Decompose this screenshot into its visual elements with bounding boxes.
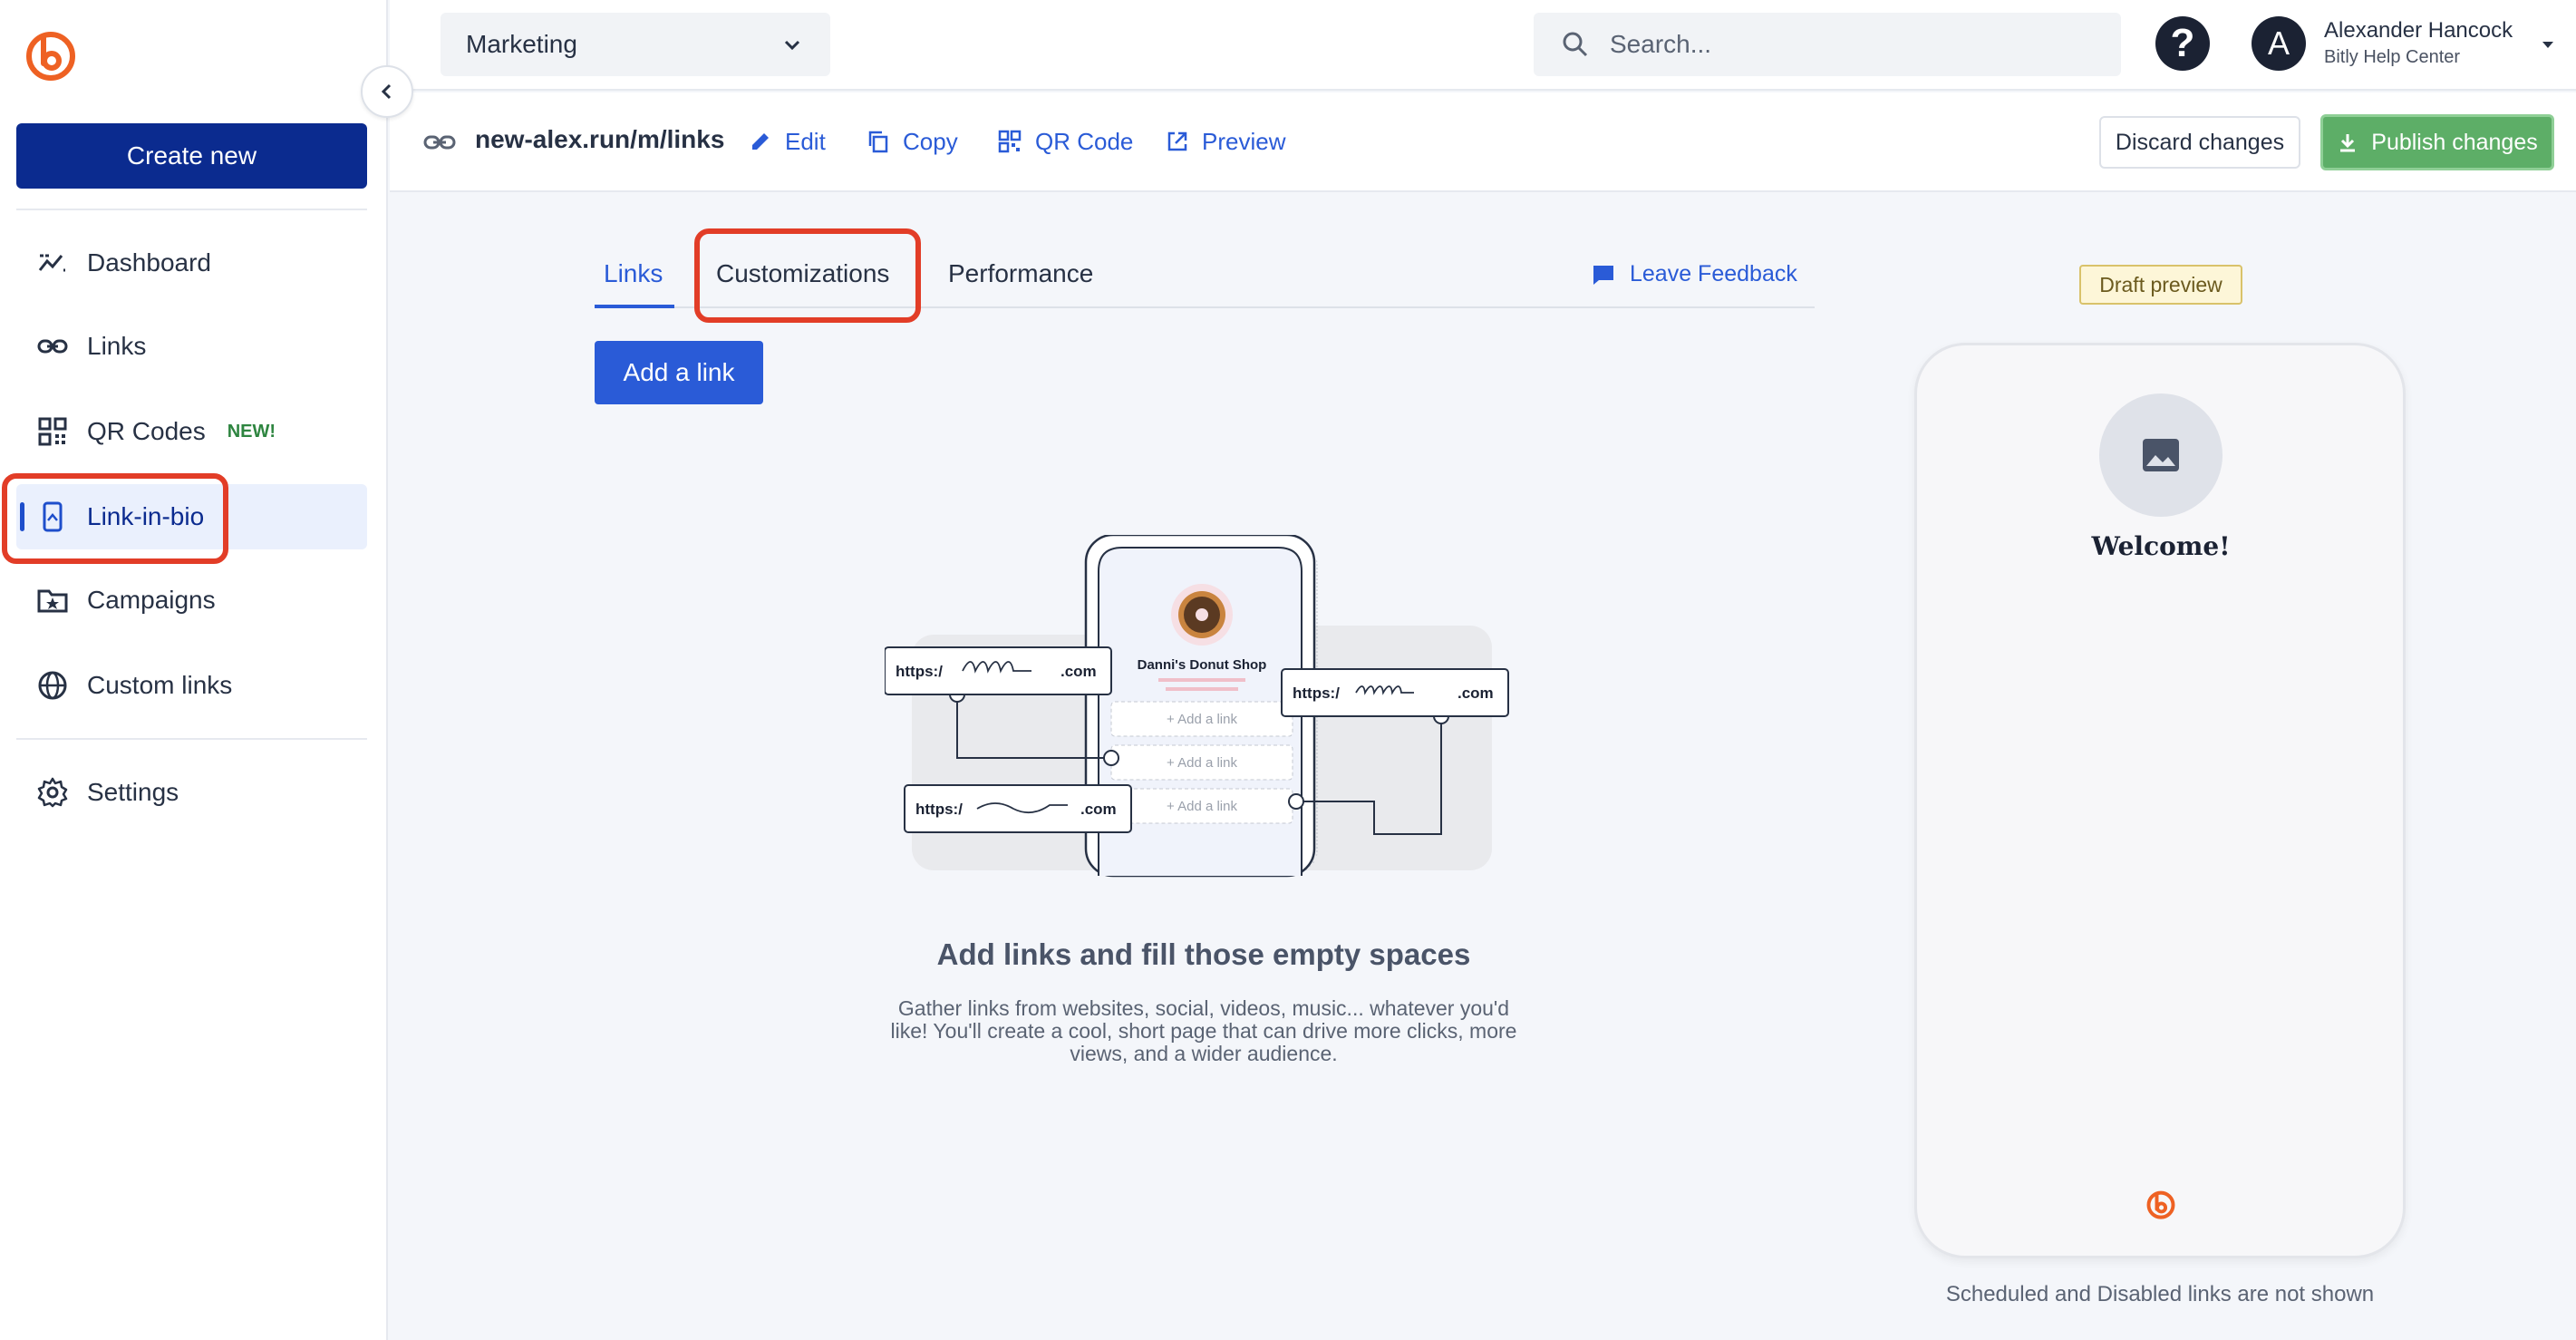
sidebar-item-label: QR Codes	[87, 417, 206, 445]
link-toolbar: new-alex.run/m/links Edit Copy QR Code P…	[390, 92, 2576, 192]
qr-code-label: QR Code	[1035, 127, 1134, 155]
link-icon	[34, 328, 71, 364]
copy-icon	[868, 131, 888, 153]
bitly-logo-small	[2145, 1188, 2177, 1225]
chevron-left-icon	[381, 83, 392, 100]
illus-url-prefix-2: https:/	[1293, 685, 1340, 702]
chevron-down-icon	[784, 40, 800, 51]
qr-icon	[998, 130, 1022, 153]
preview-welcome-text: Welcome!	[2091, 531, 2231, 561]
gear-icon	[34, 774, 71, 811]
sidebar-item-links[interactable]: Links	[16, 314, 367, 379]
illus-url-prefix-1: https:/	[896, 663, 943, 680]
copy-label: Copy	[903, 127, 958, 155]
avatar-initial: A	[2267, 24, 2290, 62]
publish-label: Publish changes	[2371, 129, 2538, 155]
avatar[interactable]: A	[2252, 16, 2306, 71]
illus-url-suffix-3: .com	[1080, 801, 1117, 818]
external-link-icon	[1167, 131, 1187, 151]
download-icon	[2340, 134, 2356, 152]
org-select[interactable]: Marketing	[441, 13, 830, 76]
discard-changes-button[interactable]: Discard changes	[2099, 116, 2300, 169]
highlight-customizations	[694, 228, 921, 323]
search-input[interactable]: Search...	[1534, 13, 2121, 76]
leave-feedback-label: Leave Feedback	[1630, 261, 1797, 286]
publish-changes-button[interactable]: Publish changes	[2320, 114, 2554, 170]
edit-label: Edit	[785, 127, 826, 155]
new-badge: NEW!	[227, 421, 276, 442]
qr-code-button[interactable]: QR Code	[997, 123, 1133, 160]
sidebar-item-label: Dashboard	[87, 248, 211, 277]
illus-url-suffix-2: .com	[1457, 685, 1494, 702]
illus-add-link-3: + Add a link	[1167, 799, 1237, 814]
tab-performance[interactable]: Performance	[948, 259, 1093, 288]
qr-icon	[34, 413, 71, 450]
profile-image-placeholder[interactable]	[2099, 393, 2223, 517]
sidebar-item-campaigns[interactable]: Campaigns	[16, 568, 367, 633]
sidebar-item-qr-codes[interactable]: QR Codes NEW!	[16, 399, 367, 464]
edit-button[interactable]: Edit	[749, 123, 826, 160]
sidebar-item-label: Links	[87, 332, 147, 360]
folder-star-icon	[34, 582, 71, 618]
illus-url-suffix-1: .com	[1060, 663, 1097, 680]
sidebar-divider	[16, 209, 367, 210]
caret-down-icon[interactable]	[2540, 36, 2556, 53]
top-bar: Marketing Search... ? A Alexander Hancoc…	[390, 0, 2576, 91]
sidebar-item-settings[interactable]: Settings	[16, 760, 367, 825]
link-icon	[423, 135, 456, 150]
highlight-link-in-bio	[2, 473, 228, 564]
preview-note: Scheduled and Disabled links are not sho…	[1945, 1282, 2375, 1306]
illus-shop-name: Danni's Donut Shop	[1138, 657, 1267, 673]
create-new-button[interactable]: Create new	[16, 123, 367, 189]
help-button[interactable]: ?	[2155, 16, 2210, 71]
bitly-logo[interactable]	[22, 25, 80, 83]
illus-url-prefix-3: https:/	[915, 801, 963, 818]
page-url: new-alex.run/m/links	[475, 125, 725, 153]
empty-state-title: Add links and fill those empty spaces	[936, 937, 1471, 971]
org-select-value: Marketing	[466, 30, 577, 58]
question-icon: ?	[2170, 21, 2195, 65]
comment-icon	[1593, 265, 1613, 285]
preview-label: Preview	[1202, 127, 1286, 155]
empty-state-illustration: Danni's Donut Shop + Add a link + Add a …	[884, 533, 1519, 884]
sidebar-item-label: Campaigns	[87, 586, 216, 614]
search-icon	[1563, 32, 1588, 57]
sidebar-item-dashboard[interactable]: Dashboard	[16, 230, 367, 296]
sidebar-item-custom-links[interactable]: Custom links	[16, 653, 367, 718]
globe-icon	[34, 667, 71, 704]
pencil-icon	[752, 133, 769, 150]
tab-links[interactable]: Links	[604, 259, 663, 288]
search-placeholder: Search...	[1610, 30, 1712, 58]
illus-add-link-2: + Add a link	[1167, 755, 1237, 771]
user-name[interactable]: Alexander Hancock	[2324, 18, 2513, 44]
empty-state-description: Gather links from websites, social, vide…	[890, 996, 1517, 1065]
draft-preview-badge: Draft preview	[2079, 265, 2242, 305]
sidebar-item-label: Custom links	[87, 671, 233, 699]
tab-active-indicator	[595, 305, 674, 308]
add-link-button[interactable]: Add a link	[595, 341, 763, 404]
illus-add-link-1: + Add a link	[1167, 712, 1237, 727]
image-icon	[2143, 439, 2179, 471]
sidebar-item-label: Settings	[87, 778, 179, 806]
copy-button[interactable]: Copy	[867, 123, 958, 160]
sidebar-divider	[16, 738, 367, 740]
leave-feedback-link[interactable]: Leave Feedback	[1592, 261, 1797, 287]
sidebar: Create new Dashboard Links QR Codes NEW!…	[0, 0, 388, 1340]
preview-button[interactable]: Preview	[1166, 123, 1285, 160]
trend-icon	[34, 245, 71, 281]
user-account: Bitly Help Center	[2324, 47, 2461, 67]
collapse-sidebar-button[interactable]	[361, 65, 413, 118]
